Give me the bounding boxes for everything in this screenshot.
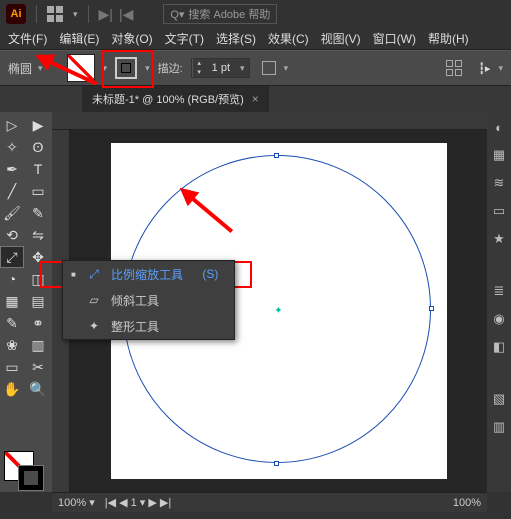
scale-icon: ⤢ — [85, 267, 103, 282]
free-transform-tool[interactable]: ✥ — [26, 246, 50, 268]
symbols-panel-icon[interactable]: ★ — [490, 230, 508, 248]
zoom-tool[interactable]: 🔍 — [26, 378, 50, 400]
menu-edit[interactable]: 编辑(E) — [59, 30, 99, 47]
menu-bar: 文件(F) 编辑(E) 对象(O) 文字(T) 选择(S) 效果(C) 视图(V… — [0, 28, 511, 50]
graph-tool[interactable]: ▥ — [26, 334, 50, 356]
right-panel-dock: ◐ ▦ ≋ ▭ ★ ≣ ◉ ◧ ▧ ▥ — [487, 112, 511, 492]
layers-panel-icon[interactable]: ≣ — [490, 282, 508, 300]
align-panel-icon[interactable]: ▥ — [490, 418, 508, 436]
search-placeholder: 搜索 Adobe 帮助 — [188, 6, 270, 22]
menu-select[interactable]: 选择(S) — [216, 30, 256, 47]
gradient-tool[interactable]: ▤ — [26, 290, 50, 312]
symbol-sprayer-tool[interactable]: ❀ — [0, 334, 24, 356]
essentials-icon[interactable]: ┇▸ — [478, 62, 490, 75]
stroke-swatch[interactable] — [115, 57, 137, 79]
graphic-styles-panel-icon[interactable]: ◧ — [490, 338, 508, 356]
selection-type[interactable]: 椭圆▾ — [8, 60, 43, 77]
scale-tool-flyout: ■ ⤢ 比例缩放工具 (S) ▱ 倾斜工具 ✦ 整形工具 — [62, 260, 235, 340]
transparency-panel-icon[interactable]: ▧ — [490, 390, 508, 408]
fill-swatch[interactable] — [67, 54, 95, 82]
flyout-item-key: (S) — [202, 267, 218, 281]
title-bar: Ai ▾ ▶||◀ Q▾ 搜索 Adobe 帮助 — [0, 0, 511, 28]
pencil-tool[interactable]: ✎ — [26, 202, 50, 224]
anchor-icon[interactable] — [274, 461, 279, 466]
appearance-panel-icon[interactable]: ◉ — [490, 310, 508, 328]
chevron-down-icon[interactable]: ▾ — [103, 63, 108, 74]
paintbrush-tool[interactable]: 🖌 — [0, 202, 24, 224]
line-tool[interactable]: ╱ — [0, 180, 24, 202]
close-icon[interactable]: × — [252, 92, 259, 106]
menu-file[interactable]: 文件(F) — [8, 30, 47, 47]
color-panel-icon[interactable]: ◐ — [490, 118, 508, 136]
shape-builder-tool[interactable]: ◔ — [0, 268, 24, 290]
control-bar: 椭圆▾ ▾ ▾ 描边: ▴▾ 1 pt ▾ ▾ ┇▸ ▾ — [0, 50, 511, 86]
anchor-icon[interactable] — [429, 306, 434, 311]
slice-tool[interactable]: ✂ — [26, 356, 50, 378]
rectangle-tool[interactable]: ▭ — [26, 180, 50, 202]
flyout-item-shear[interactable]: ▱ 倾斜工具 — [63, 287, 234, 313]
zoom-level-2: 100% — [453, 497, 481, 509]
stroke-label: 描边: — [158, 60, 183, 76]
reshape-icon: ✦ — [85, 319, 103, 333]
flyout-item-scale[interactable]: ■ ⤢ 比例缩放工具 (S) — [63, 261, 234, 287]
align-icon[interactable] — [446, 60, 462, 76]
menu-help[interactable]: 帮助(H) — [428, 30, 469, 47]
hand-tool[interactable]: ✋ — [0, 378, 24, 400]
menu-type[interactable]: 文字(T) — [165, 30, 204, 47]
doc-arrange-icon[interactable]: ▶||◀ — [99, 6, 134, 23]
pen-tool[interactable]: ✒ — [0, 158, 24, 180]
flyout-item-label: 比例缩放工具 — [111, 266, 183, 283]
status-bar: 100% ▾ |◀ ◀ 1 ▾ ▶ ▶| 100% — [52, 492, 487, 512]
document-tab-title: 未标题-1* @ 100% (RGB/预览) — [92, 91, 244, 107]
bullet-icon: ■ — [71, 270, 77, 279]
shear-icon: ▱ — [85, 293, 103, 307]
flyout-item-label: 整形工具 — [111, 318, 159, 335]
chevron-down-icon[interactable]: ▾ — [73, 9, 78, 20]
magic-wand-tool[interactable]: ✧ — [0, 136, 24, 158]
center-mark-icon: ✦ — [274, 306, 282, 317]
rotate-tool[interactable]: ⟲ — [0, 224, 24, 246]
chevron-down-icon[interactable]: ▾ — [145, 63, 150, 74]
artboard-nav[interactable]: |◀ ◀ 1 ▾ ▶ ▶| — [105, 496, 171, 509]
search-icon: Q▾ — [170, 8, 184, 21]
workspace-switcher-icon[interactable] — [47, 6, 63, 22]
menu-view[interactable]: 视图(V) — [321, 30, 361, 47]
selection-tool[interactable]: ▷ — [0, 114, 24, 136]
perspective-tool[interactable]: ◫ — [26, 268, 50, 290]
tools-column-b: ▶ ʘ T ▭ ✎ ⇋ ✥ ◫ ▤ ⚭ ▥ ✂ 🔍 — [24, 112, 52, 492]
profile-icon[interactable] — [262, 61, 276, 75]
flyout-item-label: 倾斜工具 — [111, 292, 159, 309]
artboard-tool[interactable]: ▭ — [0, 356, 24, 378]
zoom-level[interactable]: 100% ▾ — [58, 496, 95, 509]
stroke-weight-input[interactable]: ▴▾ 1 pt ▾ — [191, 58, 250, 78]
mesh-tool[interactable]: ▦ — [0, 290, 24, 312]
anchor-icon[interactable] — [274, 153, 279, 158]
app-logo-icon: Ai — [6, 4, 26, 24]
stroke-panel-icon[interactable]: ▭ — [490, 202, 508, 220]
document-header: 未标题-1* @ 100% (RGB/预览) × — [0, 86, 511, 112]
direct-selection-tool[interactable]: ▶ — [26, 114, 50, 136]
menu-window[interactable]: 窗口(W) — [373, 30, 416, 47]
lasso-tool[interactable]: ʘ — [26, 136, 50, 158]
fill-stroke-swatches[interactable] — [4, 451, 50, 493]
swatches-panel-icon[interactable]: ▦ — [490, 146, 508, 164]
type-tool[interactable]: T — [26, 158, 50, 180]
blend-tool[interactable]: ⚭ — [26, 312, 50, 334]
eyedropper-tool[interactable]: ✎ — [0, 312, 24, 334]
stroke-swatch-large[interactable] — [18, 465, 44, 491]
brushes-panel-icon[interactable]: ≋ — [490, 174, 508, 192]
scale-tool[interactable]: ⤢ — [0, 246, 24, 268]
search-input[interactable]: Q▾ 搜索 Adobe 帮助 — [163, 4, 277, 24]
flyout-item-reshape[interactable]: ✦ 整形工具 — [63, 313, 234, 339]
menu-effect[interactable]: 效果(C) — [268, 30, 309, 47]
menu-object[interactable]: 对象(O) — [111, 30, 152, 47]
reflect-tool[interactable]: ⇋ — [26, 224, 50, 246]
ruler-horizontal[interactable] — [52, 112, 487, 130]
tools-column-a: ▷ ✧ ✒ ╱ 🖌 ⟲ ⤢ ◔ ▦ ✎ ❀ ▭ ✋ — [0, 112, 24, 492]
document-tab[interactable]: 未标题-1* @ 100% (RGB/预览) × — [82, 86, 269, 112]
